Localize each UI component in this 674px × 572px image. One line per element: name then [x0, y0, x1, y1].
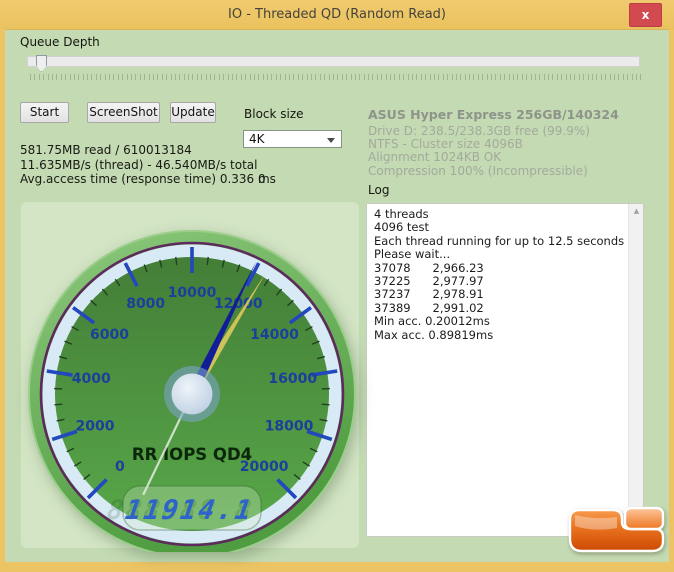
log-line: 37078 2,966.23 [374, 260, 484, 275]
gauge-title: RR IOPS QD4 [132, 445, 252, 464]
gauge-scale-label: 10000 [168, 285, 217, 301]
close-button[interactable]: x [629, 3, 662, 27]
queue-depth-label: Queue Depth [20, 35, 100, 49]
iops-gauge: 0200040006000800010000120001400016000180… [28, 230, 356, 552]
log-scrollbar[interactable]: ▲ ▼ [628, 204, 643, 536]
log-line: 37237 2,978.91 [374, 287, 484, 302]
gauge-scale-label: 16000 [268, 371, 317, 387]
app-window: IO - Threaded QD (Random Read) x Queue D… [0, 0, 674, 572]
log-line: Min acc. 0.20012ms [374, 314, 490, 329]
log-line: 37225 2,977.97 [374, 274, 484, 289]
drive-details: Drive D: 238.5/238.3GB free (99.9%) NTFS … [368, 124, 590, 178]
digital-value: 11914.1 [123, 495, 255, 526]
scroll-up-icon[interactable]: ▲ [629, 204, 644, 219]
chevron-down-icon [327, 138, 335, 143]
gauge-scale-label: 2000 [76, 419, 115, 435]
gauge-minor-tick [175, 256, 178, 265]
log-line: Max acc. 0.89819ms [374, 327, 494, 342]
log-line: 4 threads [374, 207, 429, 221]
screenshot-button[interactable]: ScreenShot [87, 102, 160, 123]
queue-depth-slider-thumb[interactable] [36, 55, 47, 72]
gauge-scale-label: 6000 [90, 327, 129, 343]
gauge-scale-label: 4000 [72, 371, 111, 387]
gauge-scale-label: 18000 [265, 419, 314, 435]
gauge-minor-tick [321, 403, 330, 406]
log-label: Log [368, 183, 390, 197]
throughput-stats: 581.75MB read / 610013184 11.635MB/s (th… [20, 143, 276, 186]
gauge-scale-label: 0 [115, 459, 125, 475]
needle-hub [171, 373, 213, 415]
log-line: 37389 2,991.02 [374, 300, 484, 315]
titlebar: IO - Threaded QD (Random Read) [0, 0, 674, 29]
block-size-label: Block size [244, 107, 304, 121]
legitreviews-logo [568, 506, 665, 553]
queue-depth-slider-ticks [30, 74, 642, 80]
drive-detail-line: Compression 100% (Incompressible) [368, 163, 588, 178]
update-button[interactable]: Update [170, 102, 216, 123]
drive-detail-line: Alignment 1024KB OK [368, 150, 502, 165]
gauge-minor-tick [206, 256, 209, 265]
access-counter: 0 [258, 172, 266, 186]
queue-depth-slider-track[interactable] [27, 56, 640, 67]
client-area: Queue Depth Start ScreenShot Update Bloc… [5, 29, 669, 562]
gauge-minor-tick [54, 403, 63, 406]
gauge-scale-label: 14000 [250, 327, 299, 343]
start-button[interactable]: Start [20, 102, 69, 123]
log-line: 4096 test [374, 220, 430, 235]
log-content: 4 threads 4096 test Each thread running fo… [367, 204, 628, 536]
window-title: IO - Threaded QD (Random Read) [228, 7, 446, 22]
drive-title: ASUS Hyper Express 256GB/140324 [368, 107, 619, 122]
log-line: Each thread running for up to 12.5 secon… [374, 233, 625, 248]
gauge-scale-label: 8000 [126, 296, 165, 312]
log-box[interactable]: 4 threads 4096 test Each thread running fo… [366, 203, 644, 537]
log-line: Please wait... [374, 247, 451, 262]
